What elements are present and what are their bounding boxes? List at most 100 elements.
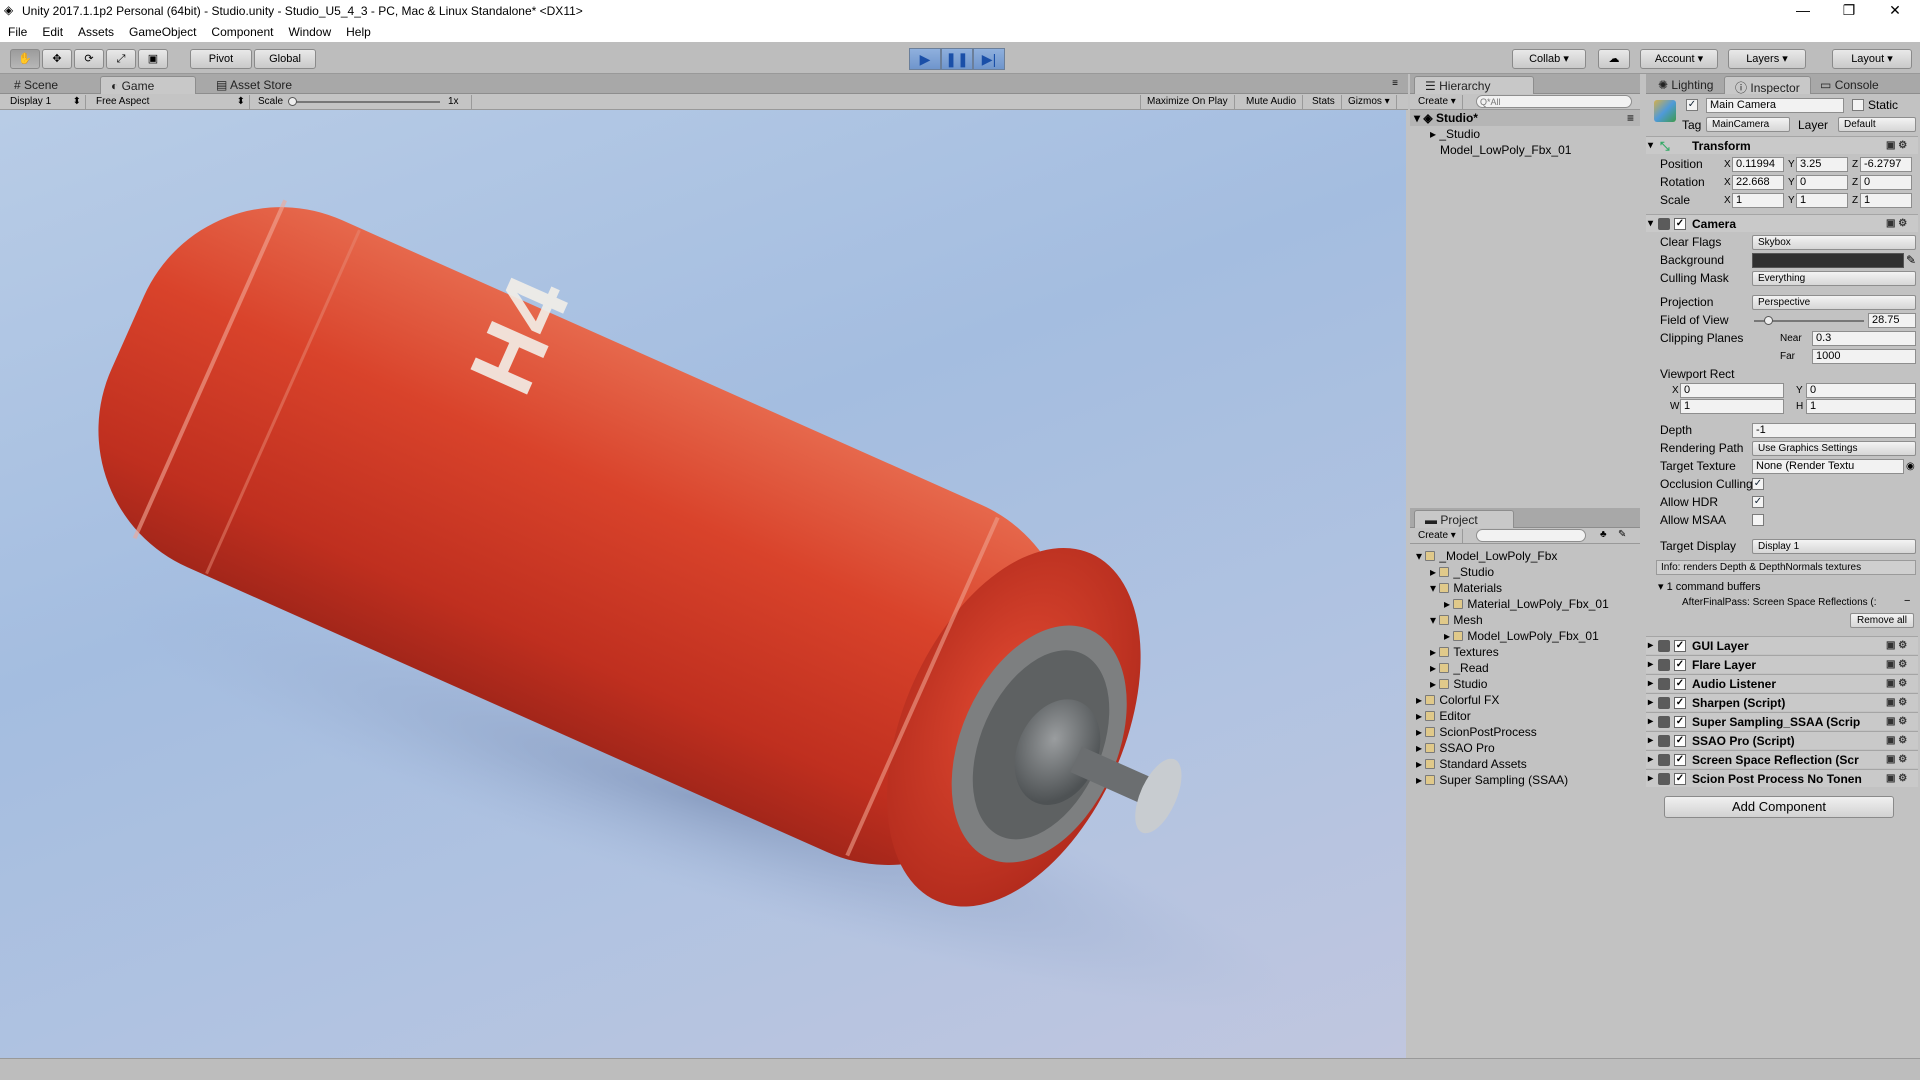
global-toggle[interactable]: Global: [254, 49, 316, 69]
close-button[interactable]: ✕: [1872, 0, 1918, 22]
position-z-field[interactable]: -6.2797: [1860, 157, 1912, 172]
tab-console[interactable]: ▭ Console: [1810, 76, 1889, 94]
maximize-on-play-toggle[interactable]: Maximize On Play: [1140, 95, 1235, 109]
component-settings-icon[interactable]: ▣ ⚙: [1886, 735, 1912, 747]
menu-gameobject[interactable]: GameObject: [121, 22, 203, 39]
layers-dropdown[interactable]: Layers ▾: [1728, 49, 1806, 69]
pause-button[interactable]: ❚❚: [941, 48, 973, 70]
menu-assets[interactable]: Assets: [70, 22, 121, 39]
project-create-dropdown[interactable]: Create ▾: [1412, 529, 1463, 543]
component-settings-icon[interactable]: ▣ ⚙: [1886, 659, 1912, 671]
tab-game[interactable]: ◐ Game: [100, 76, 196, 94]
position-y-field[interactable]: 3.25: [1796, 157, 1848, 172]
hierarchy-item-model[interactable]: Model_LowPoly_Fbx_01: [1410, 142, 1640, 158]
collapse-arrow-icon[interactable]: ▾: [1430, 581, 1439, 595]
play-button[interactable]: ▶: [909, 48, 941, 70]
component-enabled-checkbox[interactable]: ✓: [1674, 716, 1686, 728]
scene-menu-icon[interactable]: ≡: [1627, 110, 1640, 126]
hand-tool-button[interactable]: ✋: [10, 49, 40, 69]
component-settings-icon[interactable]: ▣ ⚙: [1886, 754, 1912, 766]
remove-buffer-icon[interactable]: −: [1904, 595, 1910, 607]
component-header[interactable]: ▸ ✓ GUI Layer ▣ ⚙: [1646, 636, 1918, 654]
project-item[interactable]: ▾ Mesh: [1410, 612, 1640, 628]
project-item[interactable]: ▸ Super Sampling (SSAA): [1410, 772, 1640, 788]
culling-mask-dropdown[interactable]: Everything: [1752, 271, 1916, 286]
menu-component[interactable]: Component: [203, 22, 280, 39]
move-tool-button[interactable]: ✥: [42, 49, 72, 69]
tab-hierarchy[interactable]: ☰ Hierarchy: [1414, 76, 1534, 94]
project-item[interactable]: ▾ Materials: [1410, 580, 1640, 596]
component-header[interactable]: ▸ ✓ SSAO Pro (Script) ▣ ⚙: [1646, 731, 1918, 749]
filter-label-icon[interactable]: ✎: [1618, 529, 1626, 540]
scale-x-field[interactable]: 1: [1732, 193, 1784, 208]
fov-slider-thumb[interactable]: [1764, 316, 1773, 325]
expand-arrow-icon[interactable]: ▸: [1430, 677, 1439, 691]
project-item[interactable]: ▸ Textures: [1410, 644, 1640, 660]
viewport-y-field[interactable]: 0: [1806, 383, 1916, 398]
depth-field[interactable]: -1: [1752, 423, 1916, 438]
expand-arrow-icon[interactable]: ▸: [1444, 629, 1453, 643]
component-enabled-checkbox[interactable]: ✓: [1674, 697, 1686, 709]
position-x-field[interactable]: 0.11994: [1732, 157, 1784, 172]
remove-all-button[interactable]: Remove all: [1850, 613, 1914, 628]
menu-help[interactable]: Help: [338, 22, 378, 39]
expand-arrow-icon[interactable]: ▸: [1416, 757, 1425, 771]
step-button[interactable]: ▶|: [973, 48, 1005, 70]
project-item[interactable]: ▸ Editor: [1410, 708, 1640, 724]
component-header[interactable]: ▸ ✓ Super Sampling_SSAA (Scrip ▣ ⚙: [1646, 712, 1918, 730]
project-item[interactable]: ▸ Material_LowPoly_Fbx_01: [1410, 596, 1640, 612]
component-enabled-checkbox[interactable]: ✓: [1674, 678, 1686, 690]
component-header[interactable]: ▸ ✓ Audio Listener ▣ ⚙: [1646, 674, 1918, 692]
rendering-path-dropdown[interactable]: Use Graphics Settings: [1752, 441, 1916, 456]
expand-arrow-icon[interactable]: ▸: [1430, 565, 1439, 579]
menu-file[interactable]: File: [0, 22, 34, 39]
component-enabled-checkbox[interactable]: ✓: [1674, 640, 1686, 652]
command-buffers-foldout[interactable]: ▾ 1 command buffers: [1658, 580, 1761, 593]
target-display-dropdown[interactable]: Display 1: [1752, 539, 1916, 554]
msaa-checkbox[interactable]: [1752, 514, 1764, 526]
viewport-h-field[interactable]: 1: [1806, 399, 1916, 414]
layer-dropdown[interactable]: Default: [1838, 117, 1916, 132]
gizmos-dropdown[interactable]: Gizmos ▾: [1342, 95, 1397, 109]
maximize-button[interactable]: ❐: [1826, 0, 1872, 22]
far-field[interactable]: 1000: [1812, 349, 1916, 364]
background-color-swatch[interactable]: [1752, 253, 1904, 268]
pivot-toggle[interactable]: Pivot: [190, 49, 252, 69]
transform-component-header[interactable]: ▾ ⤡ Transform ▣ ⚙: [1646, 136, 1918, 154]
component-enabled-checkbox[interactable]: ✓: [1674, 773, 1686, 785]
expand-arrow-icon[interactable]: ▸: [1416, 773, 1425, 787]
component-settings-icon[interactable]: ▣ ⚙: [1886, 697, 1912, 709]
viewport-w-field[interactable]: 1: [1680, 399, 1784, 414]
rect-tool-button[interactable]: ▣: [138, 49, 168, 69]
rotate-tool-button[interactable]: ⟳: [74, 49, 104, 69]
collapse-arrow-icon[interactable]: ▾: [1416, 549, 1425, 563]
layout-dropdown[interactable]: Layout ▾: [1832, 49, 1912, 69]
active-checkbox[interactable]: ✓: [1686, 99, 1698, 111]
hierarchy-item-studio[interactable]: ▸ _Studio: [1410, 126, 1640, 142]
near-field[interactable]: 0.3: [1812, 331, 1916, 346]
component-header[interactable]: ▸ ✓ Scion Post Process No Tonen ▣ ⚙: [1646, 769, 1918, 787]
component-settings-icon[interactable]: ▣ ⚙: [1886, 140, 1912, 152]
display-dropdown[interactable]: Display 1 ⬍: [4, 95, 86, 109]
mute-audio-toggle[interactable]: Mute Audio: [1240, 95, 1304, 109]
object-name-field[interactable]: Main Camera: [1706, 98, 1844, 113]
menu-edit[interactable]: Edit: [34, 22, 70, 39]
component-settings-icon[interactable]: ▣ ⚙: [1886, 218, 1912, 230]
project-item[interactable]: ▸ ScionPostProcess: [1410, 724, 1640, 740]
tab-inspector[interactable]: ⓘ Inspector: [1724, 76, 1811, 95]
rotation-z-field[interactable]: 0: [1860, 175, 1912, 190]
component-header[interactable]: ▸ ✓ Sharpen (Script) ▣ ⚙: [1646, 693, 1918, 711]
project-item[interactable]: ▸ Colorful FX: [1410, 692, 1640, 708]
expand-arrow-icon[interactable]: ▸: [1416, 709, 1425, 723]
scale-thumb[interactable]: [288, 97, 297, 106]
aspect-dropdown[interactable]: Free Aspect ⬍: [90, 95, 250, 109]
collab-button[interactable]: Collab ▾: [1512, 49, 1586, 69]
rotation-x-field[interactable]: 22.668: [1732, 175, 1784, 190]
project-item[interactable]: ▸ _Studio: [1410, 564, 1640, 580]
component-enabled-checkbox[interactable]: ✓: [1674, 754, 1686, 766]
minimize-button[interactable]: —: [1780, 0, 1826, 22]
menu-window[interactable]: Window: [280, 22, 338, 39]
project-item[interactable]: ▾ _Model_LowPoly_Fbx: [1410, 548, 1640, 564]
expand-arrow-icon[interactable]: ▸: [1430, 661, 1439, 675]
viewport-x-field[interactable]: 0: [1680, 383, 1784, 398]
